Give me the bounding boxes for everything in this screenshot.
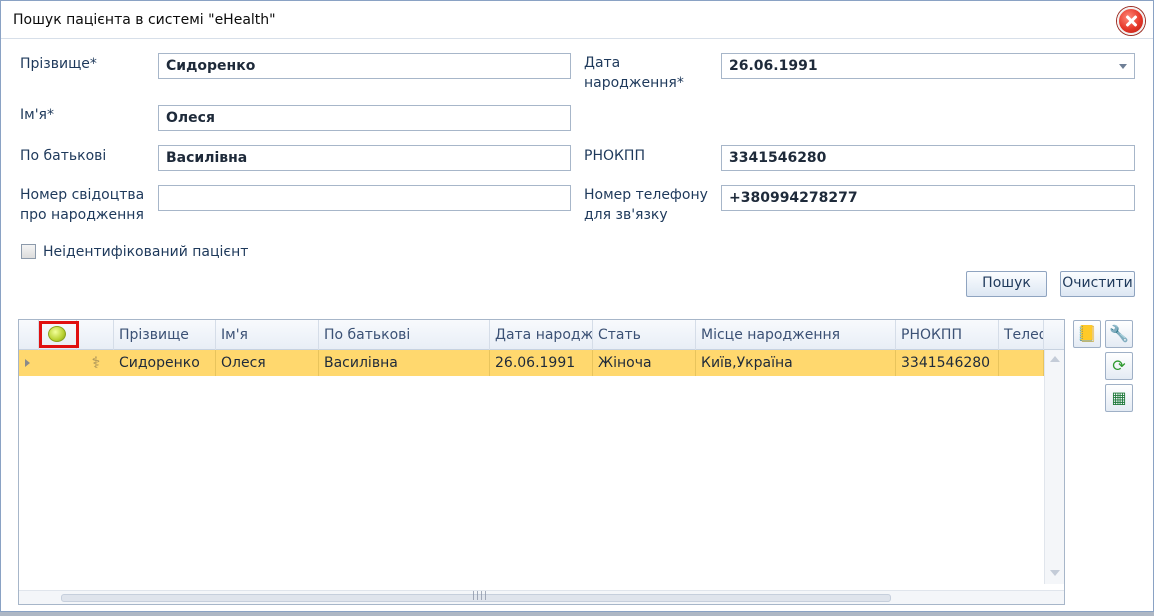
phone-input[interactable]: +380994278277 <box>721 185 1135 211</box>
column-header-rnokpp[interactable]: РНОКПП <box>896 320 999 350</box>
header-indicator <box>19 320 39 350</box>
scroll-grip: |||| <box>472 591 489 601</box>
wrench-icon[interactable]: 🔧 <box>1105 320 1133 348</box>
rnokpp-input[interactable]: 3341546280 <box>721 145 1135 171</box>
cell-birth-date: 26.06.1991 <box>490 350 593 376</box>
search-patient-dialog: Пошук пацієнта в системі "eHealth" Прізв… <box>0 0 1154 612</box>
cell-name: Олеся <box>216 350 319 376</box>
cell-phone <box>999 350 1044 376</box>
cell-rnokpp: 3341546280 <box>896 350 999 376</box>
grid-header: Прізвище Ім'я По батькові Дата народж Ст… <box>19 320 1064 350</box>
bottom-border <box>0 612 1154 616</box>
patronymic-input[interactable]: Василівна <box>158 145 571 171</box>
cell-surname: Сидоренко <box>114 350 216 376</box>
surname-label: Прізвище* <box>20 56 97 72</box>
birth-cert-input[interactable] <box>158 185 571 211</box>
cell-birthplace: Київ,Україна <box>696 350 896 376</box>
name-input[interactable]: Олеся <box>158 105 571 131</box>
birth-date-dropdown[interactable]: 26.06.1991 <box>721 53 1135 79</box>
birth-date-label: Дата <box>584 55 621 71</box>
birth-date-value: 26.06.1991 <box>729 58 818 74</box>
column-header-phone[interactable]: Телеф <box>999 320 1044 350</box>
cell-sex: Жіноча <box>593 350 696 376</box>
window-title: Пошук пацієнта в системі "eHealth" <box>13 12 276 28</box>
birth-date-label-line2: народження* <box>584 75 684 91</box>
scroll-up-icon[interactable] <box>1050 356 1060 362</box>
book-icon[interactable]: 📒 <box>1073 320 1101 348</box>
surname-input[interactable]: Сидоренко <box>158 53 571 79</box>
table-row[interactable]: Сидоренко Олеся Василівна 26.06.1991 Жін… <box>19 350 1044 376</box>
birth-cert-label: Номер свідоцтва <box>20 187 145 203</box>
column-header-sex[interactable]: Стать <box>593 320 696 350</box>
search-button[interactable]: Пошук <box>966 271 1047 297</box>
cell-patronymic: Василівна <box>319 350 490 376</box>
unidentified-checkbox[interactable] <box>21 244 36 259</box>
scroll-down-icon[interactable] <box>1050 570 1060 576</box>
status-green-icon[interactable] <box>48 326 66 342</box>
vertical-scrollbar[interactable] <box>1044 350 1064 584</box>
header-medical <box>77 320 114 350</box>
horizontal-scroll-thumb[interactable]: |||| <box>61 591 891 602</box>
rnokpp-label: РНОКПП <box>584 148 645 164</box>
unidentified-label: Неідентифікований пацієнт <box>43 244 249 260</box>
results-grid: Прізвище Ім'я По батькові Дата народж Ст… <box>18 319 1065 605</box>
close-icon[interactable] <box>1117 7 1145 35</box>
phone-label-line2: для зв'язку <box>584 207 668 223</box>
column-header-name[interactable]: Ім'я <box>216 320 319 350</box>
clear-button[interactable]: Очистити <box>1060 271 1135 297</box>
refresh-icon[interactable]: ⟳ <box>1105 352 1133 380</box>
name-label: Ім'я* <box>20 107 54 123</box>
row-indicator-icon <box>25 359 30 367</box>
chevron-down-icon[interactable] <box>1119 64 1127 69</box>
column-header-birthplace[interactable]: Місце народження <box>696 320 896 350</box>
excel-icon[interactable]: ▦ <box>1105 384 1133 412</box>
phone-label: Номер телефону <box>584 187 708 203</box>
caduceus-icon[interactable]: ⚕ <box>85 353 107 373</box>
column-header-patronymic[interactable]: По батькові <box>319 320 490 350</box>
birth-cert-label-line2: про народження <box>20 207 144 223</box>
column-header-surname[interactable]: Прізвище <box>114 320 216 350</box>
horizontal-scrollbar[interactable]: |||| <box>19 590 1064 604</box>
title-bar: Пошук пацієнта в системі "eHealth" <box>1 1 1153 39</box>
column-header-birth-date[interactable]: Дата народж <box>490 320 593 350</box>
patronymic-label: По батькові <box>20 148 107 164</box>
